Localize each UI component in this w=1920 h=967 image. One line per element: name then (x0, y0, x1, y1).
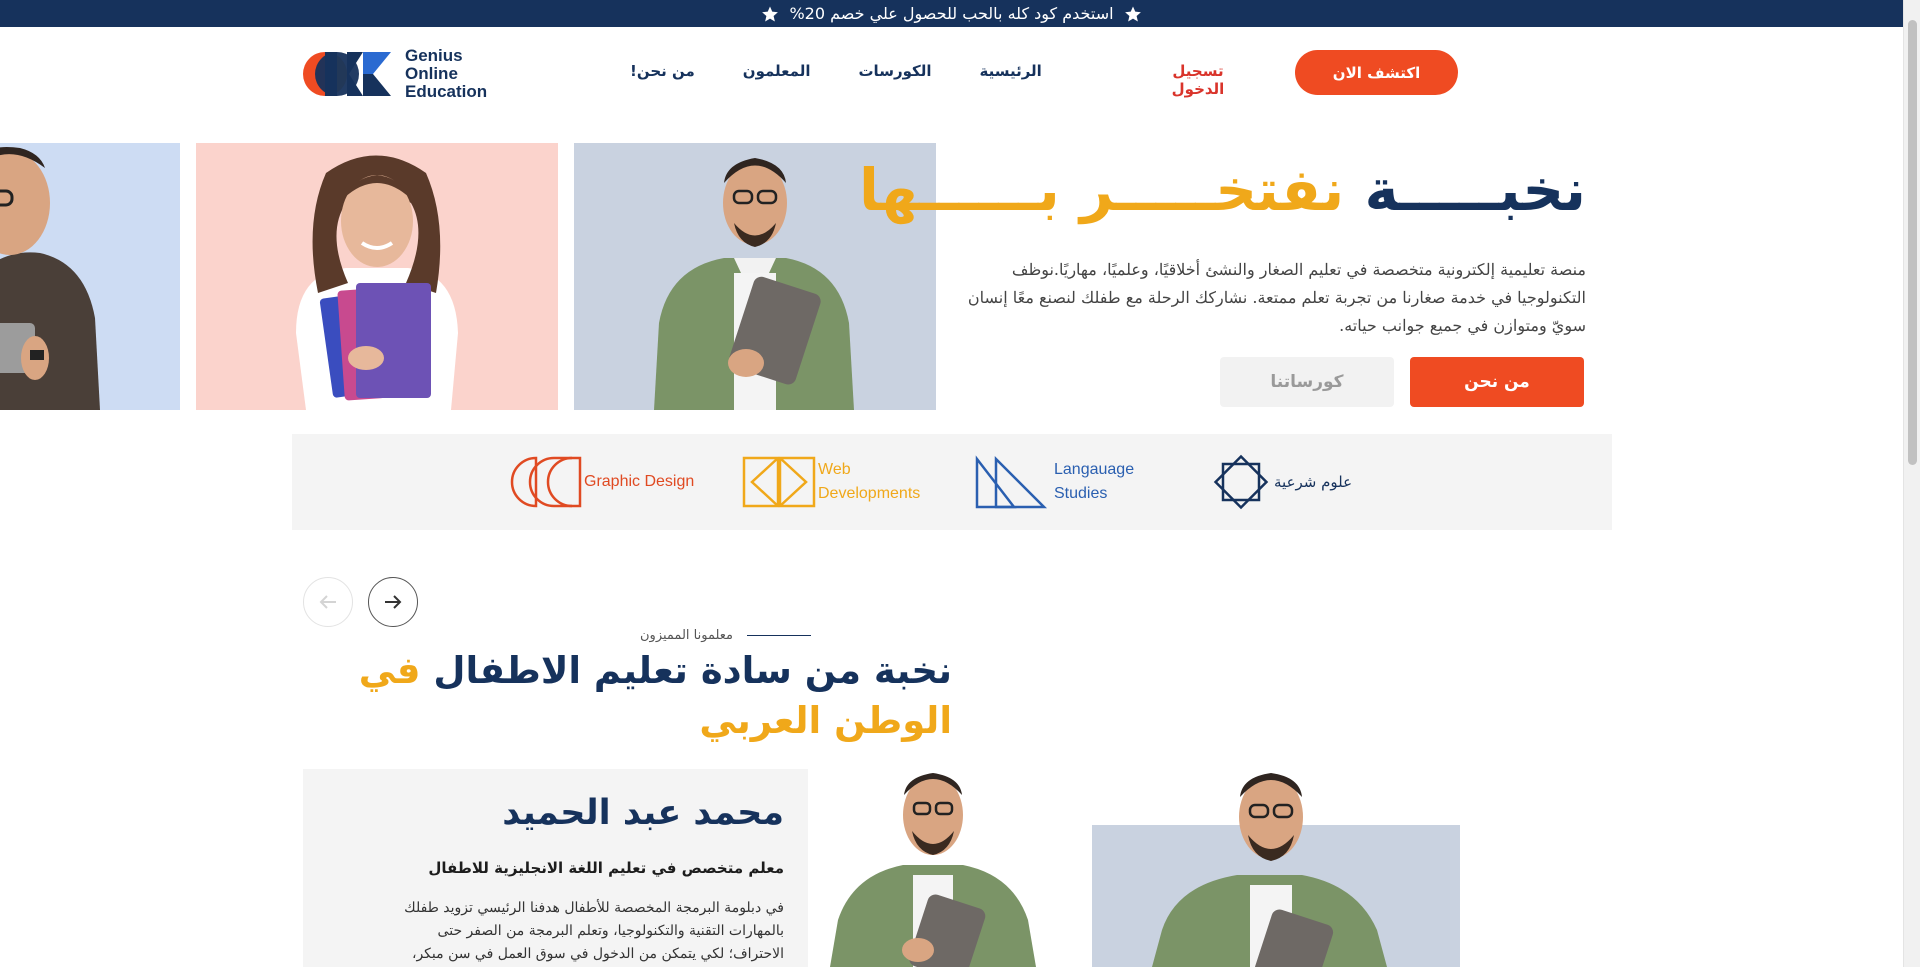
category-label: Graphic Design (584, 473, 695, 490)
nav-item-about[interactable]: من نحن! (630, 62, 695, 80)
login-link[interactable]: تسجيل الدخول (1148, 62, 1248, 98)
teacher-photo (818, 765, 1048, 967)
logo-mark-icon (303, 52, 391, 96)
nav-item-home[interactable]: الرئيسية (979, 62, 1041, 80)
our-courses-button[interactable]: كورساتنا (1220, 357, 1394, 407)
brand-line-1: Genius (405, 46, 463, 65)
teacher-bio: في دبلومة البرمجة المخصصة للأطفال هدفنا … (404, 900, 784, 962)
about-us-button[interactable]: من نحن (1410, 357, 1584, 407)
teacher-photo-image (0, 143, 180, 410)
category-sharia-sciences[interactable]: علوم شرعية (1210, 454, 1352, 510)
star-icon (1124, 6, 1141, 21)
category-language-studies[interactable]: Langauage Studies (974, 454, 1144, 510)
promo-text: استخدم كود كله بالحب للحصول علي خصم 20% (789, 4, 1114, 23)
category-graphic-design[interactable]: Graphic Design (510, 454, 694, 510)
hero-photo-card (0, 143, 180, 410)
nav-item-courses[interactable]: الكورسات (858, 62, 931, 80)
slider-prev-button[interactable] (303, 577, 353, 627)
brand-line-3: Education (405, 82, 488, 101)
promo-bar: استخدم كود كله بالحب للحصول علي خصم 20% (0, 0, 1903, 27)
hero-title: نخبـــــة نفتخـــــر بــــــها (859, 150, 1586, 230)
triangles-icon (975, 455, 1048, 509)
teacher-photo-image (196, 143, 558, 410)
categories-strip: علوم شرعية Langauage Studies Web Develop… (292, 434, 1612, 530)
nav-item-teachers[interactable]: المعلمون (743, 62, 811, 80)
page-scrollbar[interactable] (1903, 0, 1920, 967)
brand-wordmark: Genius Online Education (405, 47, 487, 101)
main-nav: الرئيسية الكورسات المعلمون من نحن! (630, 62, 1042, 80)
teacher-photo-image (818, 765, 1048, 967)
half-circles-icon (510, 456, 582, 508)
teacher-photo-image (1092, 765, 1460, 967)
teacher-role: معلم متخصص في تعليم اللغة الانجليزية للا… (428, 859, 784, 877)
section-title-blue: نخبة من سادة تعليم الاطفال (433, 649, 952, 692)
discover-button[interactable]: اكتشف الان (1295, 50, 1458, 95)
teacher-name: محمد عبد الحميد (502, 793, 784, 833)
arrow-left-icon (319, 595, 336, 609)
page: استخدم كود كله بالحب للحصول علي خصم 20% … (0, 0, 1920, 967)
eyebrow-line (747, 635, 812, 636)
section-title: نخبة من سادة تعليم الاطفال في الوطن العر… (300, 646, 952, 746)
slider-next-button[interactable] (368, 577, 418, 627)
category-label: Langauage Studies (1054, 461, 1135, 502)
section-eyebrow: معلمونا المميزون (640, 628, 952, 643)
hero-photo-card (196, 143, 558, 410)
teacher-info-card: محمد عبد الحميد معلم متخصص في تعليم اللغ… (303, 769, 808, 967)
diamond-square-icon (1213, 454, 1269, 510)
category-web-development[interactable]: Web Developments (742, 454, 921, 510)
scrollbar-thumb[interactable] (1908, 20, 1917, 465)
hero-title-gold: نفتخـــــر بــــــها (859, 156, 1345, 224)
brand-logo[interactable]: Genius Online Education (303, 47, 487, 101)
teacher-photo (1092, 765, 1460, 967)
hero-description: منصة تعليمية إلكترونية متخصصة في تعليم ا… (967, 260, 1586, 335)
category-label: علوم شرعية (1274, 473, 1353, 491)
brand-line-2: Online (405, 64, 458, 83)
hero-title-blue: نخبـــــة (1364, 156, 1586, 224)
category-label: Web Developments (818, 461, 921, 502)
arrow-right-icon (385, 595, 402, 609)
eyebrow-text: معلمونا المميزون (640, 628, 734, 643)
star-icon (762, 6, 779, 21)
brackets-icon (742, 456, 816, 508)
